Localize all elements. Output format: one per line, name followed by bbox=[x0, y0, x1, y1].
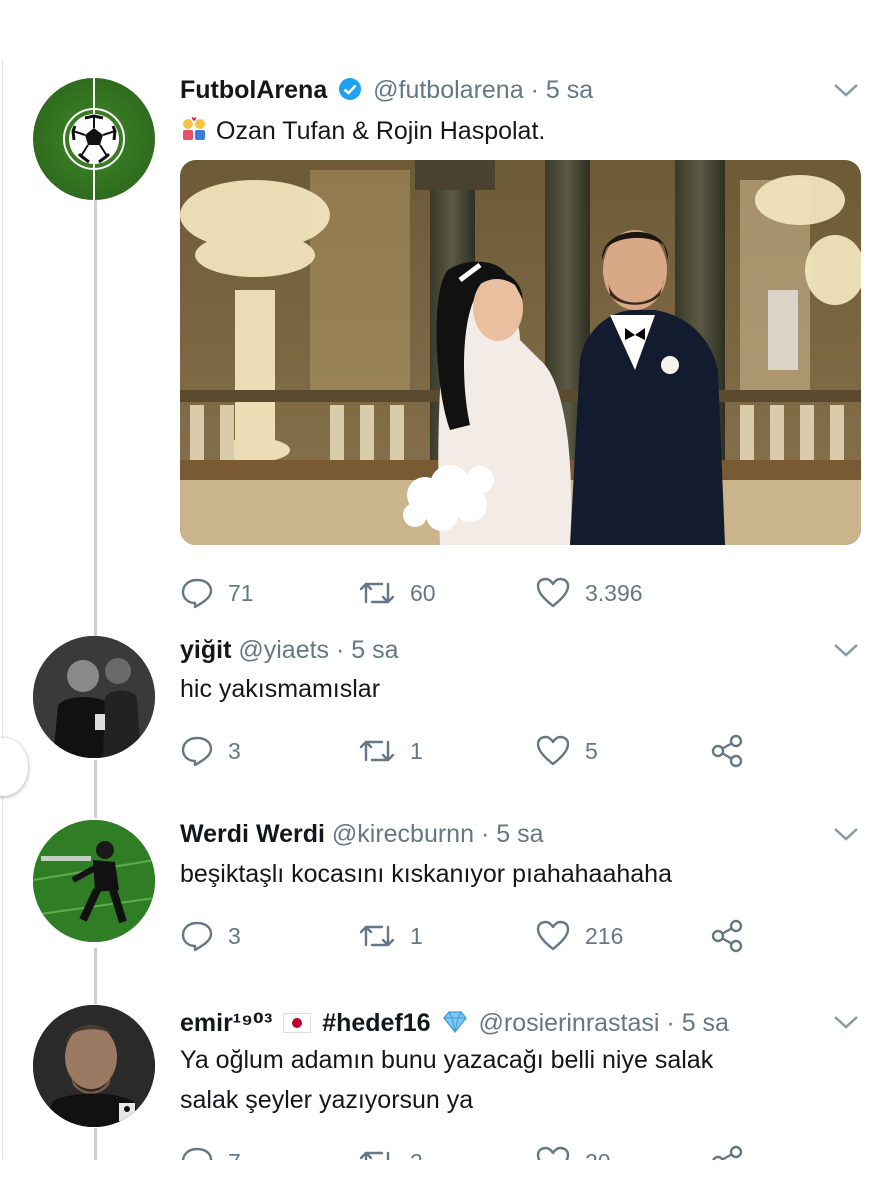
user-avatar-photo bbox=[33, 1005, 155, 1127]
tweet-text: Ozan Tufan & Rojin Haspolat. bbox=[180, 113, 545, 153]
separator-dot: · bbox=[530, 76, 539, 104]
tweet-actions: 3 1 5 bbox=[180, 731, 760, 771]
wedding-photo bbox=[180, 160, 861, 545]
timestamp[interactable]: 5 sa bbox=[682, 1009, 729, 1037]
user-handle[interactable]: @yiaets bbox=[238, 636, 329, 664]
thread-line bbox=[94, 1128, 97, 1160]
thread-line bbox=[94, 200, 97, 638]
share-button[interactable] bbox=[710, 731, 746, 771]
separator-dot: · bbox=[480, 820, 490, 848]
tweet-text: hic yakısmamıslar bbox=[180, 675, 381, 703]
thread-line bbox=[94, 948, 97, 1004]
retweet-button[interactable]: 1 bbox=[358, 916, 423, 956]
page-edge-divider bbox=[2, 60, 3, 1160]
user-handle[interactable]: @futbolarena bbox=[373, 76, 523, 104]
thread-line bbox=[94, 760, 97, 818]
avatar[interactable] bbox=[33, 1005, 155, 1127]
like-button[interactable]: 5 bbox=[535, 731, 598, 771]
share-button[interactable] bbox=[710, 916, 746, 956]
share-icon bbox=[711, 919, 743, 953]
reply-button[interactable]: 3 bbox=[180, 731, 241, 771]
like-count: 216 bbox=[585, 922, 624, 949]
user-handle[interactable]: @kirecburnn bbox=[332, 820, 474, 848]
retweet-count: 1 bbox=[410, 922, 423, 949]
gem-icon bbox=[442, 1010, 468, 1041]
screenshot-crop-edge bbox=[0, 1160, 886, 1200]
retweet-button[interactable]: 1 bbox=[358, 731, 423, 771]
display-name[interactable]: emir¹⁹⁰³ bbox=[180, 1009, 272, 1037]
tweet-text-line-1: Ya oğlum adamın bunu yazacağı belli niye… bbox=[180, 1046, 714, 1074]
soccer-field-avatar-icon bbox=[63, 78, 125, 200]
chevron-down-icon[interactable] bbox=[832, 640, 860, 660]
heart-icon bbox=[536, 735, 570, 766]
like-count: 5 bbox=[585, 737, 598, 764]
user-avatar-photo bbox=[33, 636, 155, 758]
reply-count: 71 bbox=[228, 579, 254, 606]
display-name[interactable]: yiğit bbox=[180, 636, 231, 664]
tweet-header: yiğit @yiaets · 5 sa bbox=[180, 636, 399, 665]
reply-count: 3 bbox=[228, 922, 241, 949]
reply-button[interactable]: 71 bbox=[180, 573, 254, 613]
retweet-icon bbox=[359, 582, 395, 604]
retweet-icon bbox=[359, 740, 395, 762]
avatar[interactable] bbox=[33, 636, 155, 758]
like-button[interactable]: 216 bbox=[535, 916, 623, 956]
couple-with-heart-icon bbox=[180, 116, 208, 153]
tweet-text-content: Ozan Tufan & Rojin Haspolat. bbox=[216, 117, 546, 145]
reply-icon bbox=[181, 921, 213, 952]
tweet-text: beşiktaşlı kocasını kıskanıyor pıahahaah… bbox=[180, 860, 672, 888]
japan-flag-icon bbox=[283, 1011, 312, 1040]
verified-badge-icon bbox=[338, 77, 362, 108]
avatar[interactable] bbox=[33, 78, 155, 200]
share-icon bbox=[711, 734, 743, 768]
reply-count: 3 bbox=[228, 737, 241, 764]
chevron-down-icon[interactable] bbox=[832, 1012, 860, 1032]
tweet-text-line-2: salak şeyler yazıyorsun ya bbox=[180, 1086, 474, 1114]
separator-dot: · bbox=[666, 1009, 675, 1037]
tweet-header: Werdi Werdi @kirecburnn · 5 sa bbox=[180, 820, 544, 849]
tweet-header: FutbolArena @futbolarena · 5 sa bbox=[180, 76, 593, 108]
reply-icon bbox=[181, 578, 213, 609]
display-name[interactable]: FutbolArena bbox=[180, 76, 327, 104]
tweet-actions: 3 1 216 bbox=[180, 916, 760, 956]
like-count: 3.396 bbox=[585, 579, 643, 606]
chevron-down-icon[interactable] bbox=[832, 80, 860, 100]
chevron-down-icon[interactable] bbox=[832, 824, 860, 844]
retweet-count: 1 bbox=[410, 737, 423, 764]
reply-icon bbox=[181, 736, 213, 767]
side-handle-button[interactable] bbox=[0, 738, 28, 796]
retweet-icon bbox=[359, 925, 395, 947]
retweet-button[interactable]: 60 bbox=[358, 573, 436, 613]
user-handle[interactable]: @rosierinrastasi bbox=[478, 1009, 659, 1037]
display-name[interactable]: Werdi Werdi bbox=[180, 820, 325, 848]
tweet-actions: 71 60 3.396 bbox=[180, 573, 760, 613]
tweet-photo[interactable] bbox=[180, 160, 861, 545]
separator-dot: · bbox=[336, 636, 345, 664]
timestamp[interactable]: 5 sa bbox=[496, 820, 543, 848]
retweet-count: 60 bbox=[410, 579, 436, 606]
tweet-header: emir¹⁹⁰³ #hedef16 @rosierinrastasi · 5 s… bbox=[180, 1008, 729, 1041]
like-button[interactable]: 3.396 bbox=[535, 573, 643, 613]
heart-icon bbox=[536, 920, 570, 951]
timestamp[interactable]: 5 sa bbox=[546, 76, 593, 104]
heart-icon bbox=[536, 577, 570, 608]
user-avatar-photo bbox=[33, 820, 155, 942]
reply-button[interactable]: 3 bbox=[180, 916, 241, 956]
timestamp[interactable]: 5 sa bbox=[351, 636, 398, 664]
display-name-tag: #hedef16 bbox=[322, 1009, 431, 1037]
avatar[interactable] bbox=[33, 820, 155, 942]
